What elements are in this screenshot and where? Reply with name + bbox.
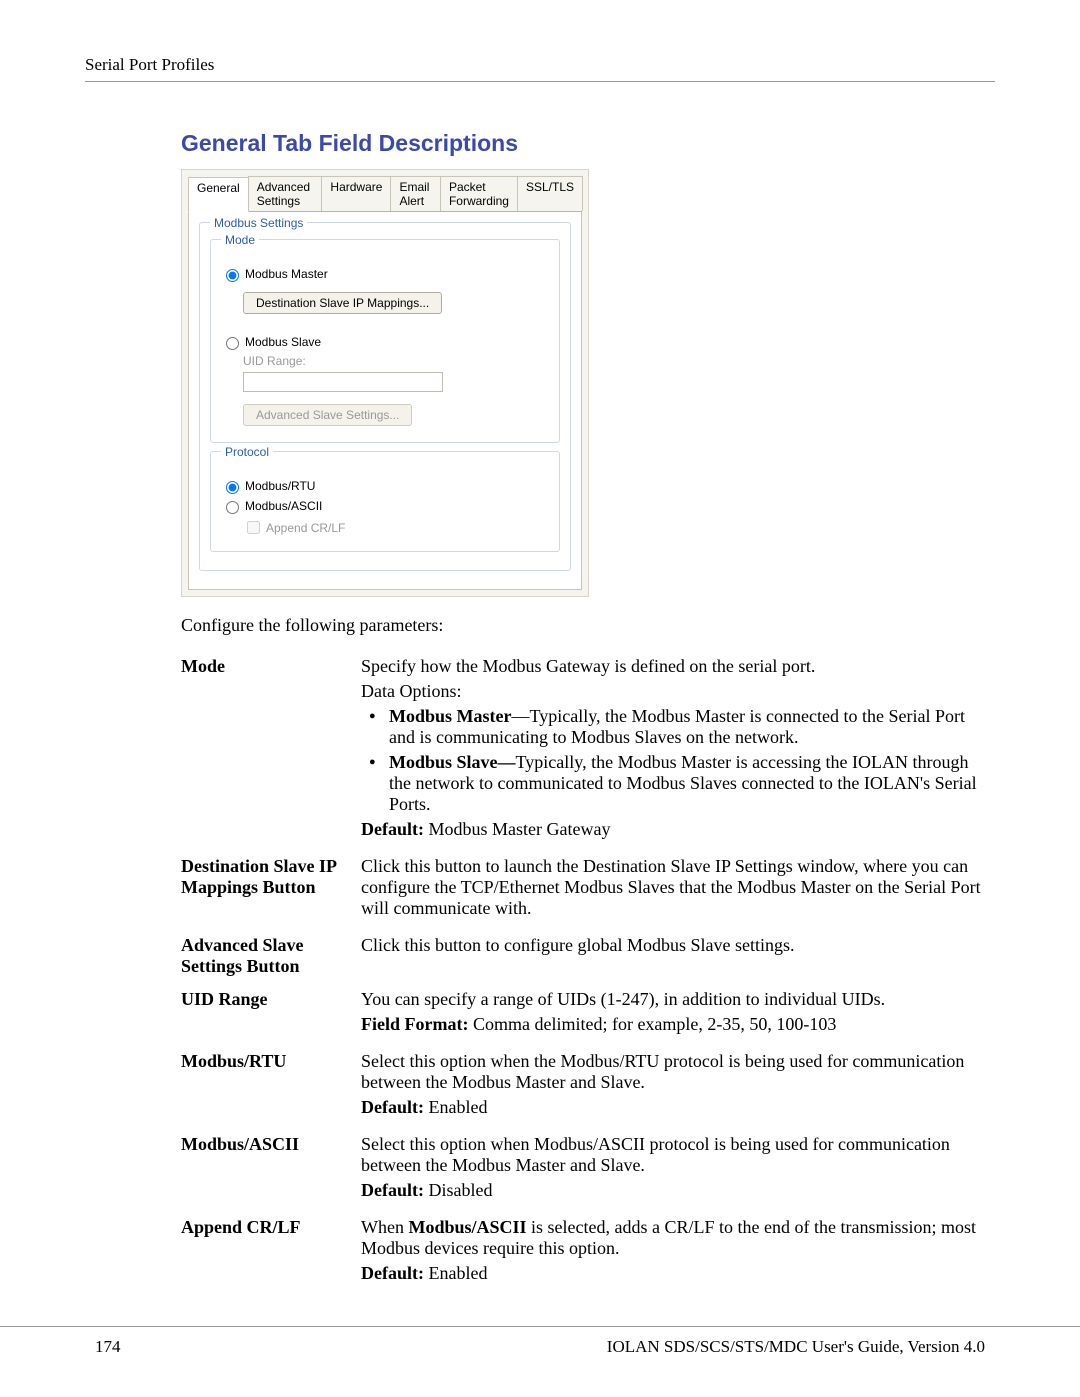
term-uid: UID Range xyxy=(181,983,361,1045)
tab-packet-forwarding[interactable]: Packet Forwarding xyxy=(440,176,518,211)
tab-hardware[interactable]: Hardware xyxy=(321,176,391,211)
tab-ssl-tls[interactable]: SSL/TLS xyxy=(517,176,583,211)
tab-advanced-settings[interactable]: Advanced Settings xyxy=(248,176,323,211)
radio-modbus-rtu[interactable] xyxy=(226,481,239,494)
mode-legend: Mode xyxy=(221,233,259,247)
radio-modbus-ascii[interactable] xyxy=(226,501,239,514)
tab-bar: General Advanced Settings Hardware Email… xyxy=(188,176,582,212)
modbus-settings-legend: Modbus Settings xyxy=(210,216,307,230)
radio-modbus-slave[interactable] xyxy=(226,337,239,350)
term-append: Append CR/LF xyxy=(181,1211,361,1294)
mode-bullet-slave: Modbus Slave—Typically, the Modbus Maste… xyxy=(389,752,991,815)
radio-modbus-master[interactable] xyxy=(226,269,239,282)
protocol-group: Protocol Modbus/RTU Modbus/ASCII Append … xyxy=(210,451,560,552)
mode-group: Mode Modbus Master Destination Slave IP … xyxy=(210,239,560,443)
parameter-table: Mode Specify how the Modbus Gateway is d… xyxy=(181,650,1001,1294)
radio-modbus-ascii-label: Modbus/ASCII xyxy=(245,499,322,513)
mode-default: Default: Modbus Master Gateway xyxy=(361,819,991,840)
ascii-default: Default: Disabled xyxy=(361,1180,991,1201)
mode-bullet-master: Modbus Master—Typically, the Modbus Mast… xyxy=(389,706,991,748)
destination-slave-ip-mappings-button[interactable]: Destination Slave IP Mappings... xyxy=(243,292,442,314)
tab-email-alert[interactable]: Email Alert xyxy=(390,176,441,211)
append-default: Default: Enabled xyxy=(361,1263,991,1284)
append-desc: When Modbus/ASCII is selected, adds a CR… xyxy=(361,1217,991,1259)
checkbox-append-crlf[interactable] xyxy=(247,521,260,534)
advanced-slave-settings-button[interactable]: Advanced Slave Settings... xyxy=(243,404,412,426)
page-footer: 174 IOLAN SDS/SCS/STS/MDC User's Guide, … xyxy=(0,1326,1080,1357)
dest-desc: Click this button to launch the Destinat… xyxy=(361,856,991,919)
rtu-default: Default: Enabled xyxy=(361,1097,991,1118)
page-number: 174 xyxy=(95,1337,121,1357)
checkbox-append-crlf-label: Append CR/LF xyxy=(266,521,345,535)
uid-range-label: UID Range: xyxy=(243,354,549,368)
term-dest: Destination Slave IP Mappings Button xyxy=(181,850,361,929)
adv-desc: Click this button to configure global Mo… xyxy=(361,935,991,956)
term-ascii: Modbus/ASCII xyxy=(181,1128,361,1211)
mode-desc-1: Specify how the Modbus Gateway is define… xyxy=(361,656,991,677)
lead-text: Configure the following parameters: xyxy=(181,615,995,636)
uid-field-format: Field Format: Comma delimited; for examp… xyxy=(361,1014,991,1035)
radio-modbus-master-label: Modbus Master xyxy=(245,267,328,281)
tab-general[interactable]: General xyxy=(188,177,249,212)
radio-modbus-slave-label: Modbus Slave xyxy=(245,335,321,349)
mode-desc-2: Data Options: xyxy=(361,681,991,702)
section-title: General Tab Field Descriptions xyxy=(181,130,995,157)
term-adv: Advanced Slave Settings Button xyxy=(181,929,361,983)
uid-range-input[interactable] xyxy=(243,372,443,392)
running-header: Serial Port Profiles xyxy=(85,55,995,82)
ascii-desc: Select this option when Modbus/ASCII pro… xyxy=(361,1134,991,1176)
general-tab-dialog: General Advanced Settings Hardware Email… xyxy=(181,169,589,597)
term-mode: Mode xyxy=(181,650,361,850)
guide-title: IOLAN SDS/SCS/STS/MDC User's Guide, Vers… xyxy=(607,1337,985,1357)
modbus-settings-group: Modbus Settings Mode Modbus Master Desti… xyxy=(199,222,571,571)
radio-modbus-rtu-label: Modbus/RTU xyxy=(245,479,315,493)
term-rtu: Modbus/RTU xyxy=(181,1045,361,1128)
protocol-legend: Protocol xyxy=(221,445,273,459)
rtu-desc: Select this option when the Modbus/RTU p… xyxy=(361,1051,991,1093)
uid-desc: You can specify a range of UIDs (1-247),… xyxy=(361,989,991,1010)
